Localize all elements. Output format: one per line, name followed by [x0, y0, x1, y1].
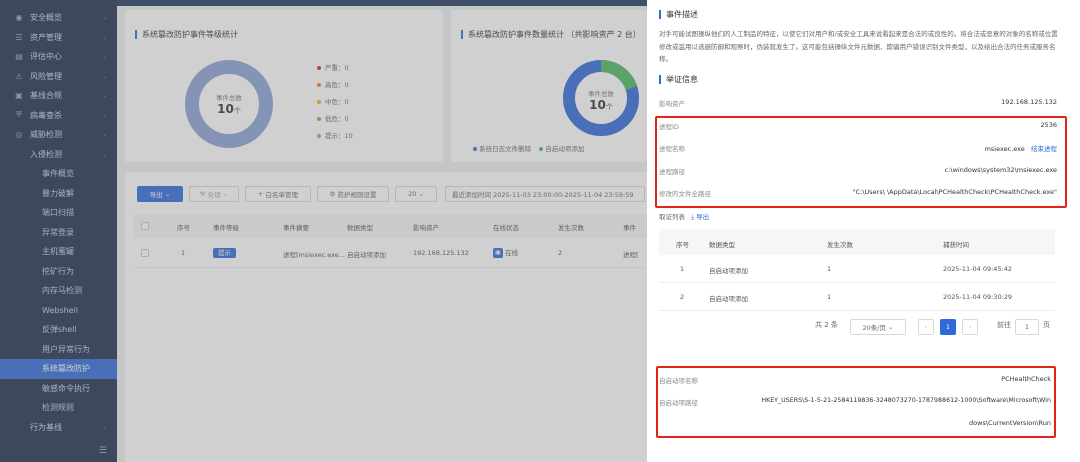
- evidence-row[interactable]: 1 自启动项添加 1 2025-11-04 09:45:42: [659, 255, 1055, 283]
- evidence-list-row: 取证列表 ⤓ 导出: [659, 211, 709, 222]
- ev-row-count: 1: [827, 293, 832, 301]
- chevron-right-icon: ›: [968, 323, 972, 331]
- evidence-table-header: 序号 数据类型 发生次数 捕获时间: [659, 229, 1055, 255]
- event-detail-drawer: 事件描述 对手可能试图操纵他们的人工制品的特征，以使它们对用户和/或安全工具来说…: [647, 0, 1080, 462]
- modfile-label: 修改的文件全路径: [659, 190, 711, 198]
- goto-label: 前往: [997, 321, 1011, 329]
- evidence-list-label: 取证列表: [659, 213, 685, 221]
- event-desc-text: 对手可能试图操纵他们的人工制品的特征，以使它们对用户和/或安全工具来说看起来是合…: [659, 30, 1058, 63]
- modfile-value: "C:\Users\ \AppData\Local\PCHealthCheck\…: [852, 188, 1057, 196]
- autorun-path-row: 自启动项路径 HKEY_USERS\S-1-5-21-2584119836-32…: [659, 397, 1057, 433]
- pname-value-wrap: msiexec.exe 结束进程: [985, 143, 1057, 153]
- evidence-row[interactable]: 2 自启动项添加 1 2025-11-04 09:30:29: [659, 283, 1055, 311]
- asset-value: 192.168.125.132: [1001, 98, 1057, 106]
- total-count: 共 2 条: [815, 321, 838, 329]
- ev-row-type: 自启动项添加: [709, 295, 748, 303]
- autorun-path-line1: HKEY_USERS\S-1-5-21-2584119836-324807327…: [761, 397, 1051, 404]
- ppath-row: 进程路径 c:\windows\system32\msiexec.exe: [659, 166, 1063, 188]
- ev-row-time: 2025-11-04 09:45:42: [943, 265, 1013, 273]
- pid-value: 2536: [1040, 121, 1057, 129]
- pname-value: msiexec.exe: [984, 145, 1025, 153]
- autorun-path-line2: dows\CurrentVersion\Run: [969, 419, 1051, 427]
- chevron-left-icon: ‹: [924, 323, 928, 331]
- ppath-value: c:\windows\system32\msiexec.exe: [944, 166, 1057, 174]
- pname-row: 进程名称 msiexec.exe 结束进程: [659, 143, 1063, 165]
- goto-page-input[interactable]: 1: [1015, 319, 1039, 335]
- modfile-row: 修改的文件全路径 "C:\Users\ \AppData\Local\PCHea…: [659, 188, 1063, 210]
- ev-row-index: 2: [680, 293, 685, 301]
- export-evidence-link[interactable]: ⤓ 导出: [691, 213, 709, 221]
- ev-col-index: 序号: [676, 241, 689, 249]
- ev-row-index: 1: [680, 265, 685, 273]
- export-evidence-label: 导出: [696, 213, 710, 221]
- ev-row-count: 1: [827, 265, 832, 273]
- autorun-name-value: PCHealthCheck: [1001, 375, 1051, 383]
- pid-label: 进程ID: [659, 123, 679, 131]
- page-unit-label: 页: [1043, 321, 1050, 329]
- prev-page-button[interactable]: ‹: [918, 319, 934, 335]
- pid-row: 进程ID 2536: [659, 121, 1063, 143]
- autorun-name-row: 自启动项名称 PCHealthCheck: [659, 375, 1057, 397]
- pname-label: 进程名称: [659, 145, 685, 153]
- current-page-button[interactable]: 1: [940, 319, 956, 335]
- autorun-path-label: 自启动项路径: [659, 399, 698, 407]
- per-page-value: 20条/页: [862, 324, 886, 332]
- asset-label: 影响资产: [659, 100, 685, 108]
- event-desc-title: 事件描述: [659, 10, 698, 19]
- next-page-button[interactable]: ›: [962, 319, 978, 335]
- ev-row-time: 2025-11-04 09:30:29: [943, 293, 1013, 301]
- ev-col-type: 数据类型: [709, 241, 735, 249]
- download-icon: ⤓: [691, 213, 695, 221]
- autorun-name-label: 自启动项名称: [659, 377, 698, 385]
- modal-overlay[interactable]: [0, 0, 647, 462]
- evidence-title: 举证信息: [659, 75, 698, 84]
- ppath-label: 进程路径: [659, 168, 685, 176]
- ev-row-type: 自启动项添加: [709, 267, 748, 275]
- ev-col-time: 捕获时间: [943, 241, 969, 249]
- end-process-link[interactable]: 结束进程: [1031, 145, 1057, 153]
- chevron-down-icon: ⌄: [888, 323, 894, 331]
- per-page-select[interactable]: 20条/页 ⌄: [850, 319, 906, 335]
- ev-col-count: 发生次数: [827, 241, 853, 249]
